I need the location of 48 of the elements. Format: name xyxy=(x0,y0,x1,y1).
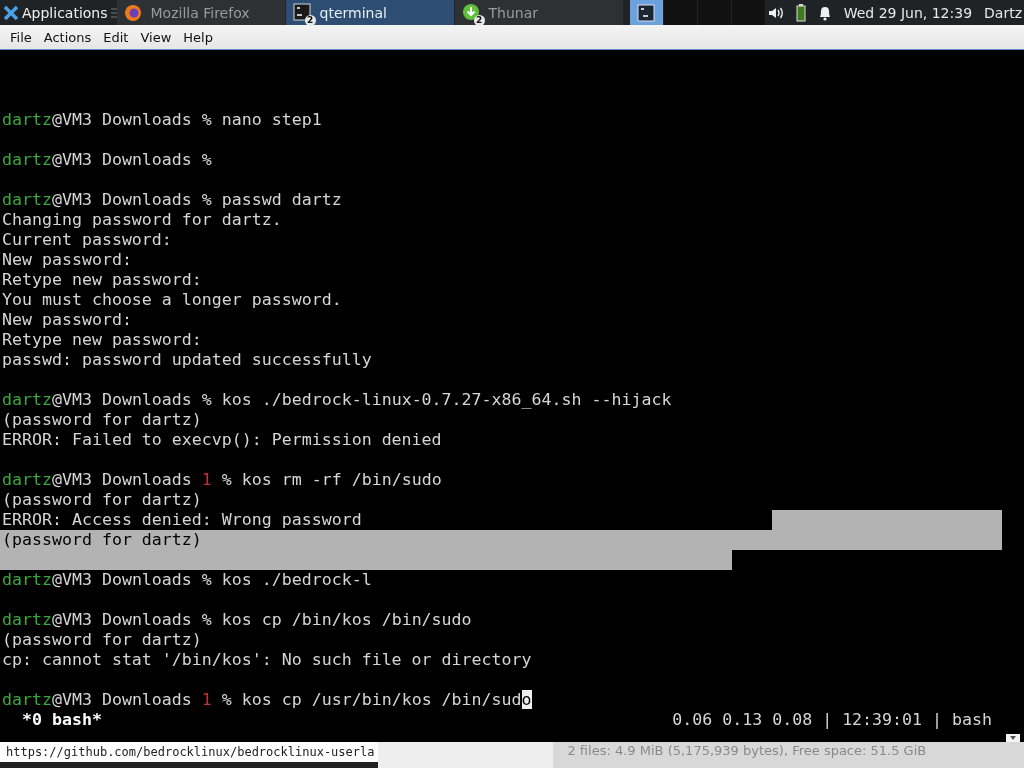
terminal-icon xyxy=(292,2,311,21)
menu-item[interactable]: Edit xyxy=(97,29,135,45)
terminal-line: dartz@VM3 Downloads % kos ./bedrock-linux-0.7.27-x86_64.sh --hijack xyxy=(2,390,672,409)
menu-item[interactable]: Help xyxy=(177,29,219,45)
terminal-line: (password for dartz) xyxy=(2,630,202,649)
window-label: *0 bash* xyxy=(21,710,102,730)
user-name[interactable]: Dartz xyxy=(984,4,1022,21)
battery-icon[interactable] xyxy=(795,3,806,22)
terminal-line: dartz@VM3 Downloads % xyxy=(2,150,213,169)
terminal-line: dartz@VM3 Downloads 1 % kos rm -rf /bin/sudo xyxy=(2,470,442,489)
terminal-line: (password for dartz) xyxy=(2,530,202,549)
terminal-line: (password for dartz) xyxy=(2,490,202,509)
terminal-line: dartz@VM3 Downloads % passwd dartz xyxy=(2,190,342,209)
menu-item[interactable]: Actions xyxy=(37,29,98,45)
terminal-line: New password: xyxy=(2,310,132,329)
handle-icon[interactable] xyxy=(110,6,117,19)
applications-menu[interactable]: Applications xyxy=(0,0,111,25)
terminal-line: New password: xyxy=(2,250,132,269)
volume-icon[interactable] xyxy=(767,5,784,20)
taskbar-button[interactable]: 2 qterminal xyxy=(285,0,454,25)
browser-icon xyxy=(122,2,143,23)
terminal-line: ERROR: Access denied: Wrong password xyxy=(2,510,362,529)
system-info: 0.06 0.13 0.08 | 12:39:01 | bash xyxy=(672,710,992,730)
terminal-line: cp: cannot stat '/bin/kos': No such file or directory xyxy=(2,650,532,669)
menu-item[interactable]: View xyxy=(134,29,178,45)
terminal-line: (password for dartz) xyxy=(2,410,202,429)
terminal-line: You must choose a longer password. xyxy=(2,290,342,309)
terminal-line: Retype new password: xyxy=(2,270,202,289)
url-text: https://github.com/bedrocklinux/bedrocklinux-userla xyxy=(0,742,379,762)
terminal-line: dartz@VM3 Downloads % kos cp /bin/kos /bin/sudo xyxy=(2,610,472,629)
terminal-line: Current password: xyxy=(2,230,172,249)
bell-icon[interactable] xyxy=(817,4,832,21)
status-bar: 2 files: 4.9 MiB (5,175,939 bytes), Free space: 51.5 GiB xyxy=(553,742,1024,768)
terminal-line: dartz@VM3 Downloads % nano step1 xyxy=(2,110,322,129)
terminal-line: Retype new password: xyxy=(2,330,202,349)
menu-item[interactable]: File xyxy=(4,29,38,45)
clock[interactable]: Wed 29 Jun, 12:39 xyxy=(843,4,973,21)
count-badge: 2 xyxy=(473,14,485,26)
x-logo-icon xyxy=(3,4,19,21)
taskbar-button[interactable]: Mozilla Firefox xyxy=(116,0,285,25)
terminal-line: dartz@VM3 Downloads % kos ./bedrock-l xyxy=(2,570,372,589)
terminal-line: ERROR: Failed to execvp(): Permission denied xyxy=(2,430,442,449)
terminal-line: dartz@VM3 Downloads 1 % kos cp /usr/bin/kos /bin/sudo xyxy=(2,690,532,709)
terminal-line: passwd: password updated successfully xyxy=(2,350,372,369)
count-badge: 2 xyxy=(304,14,316,26)
terminal-line: Changing password for dartz. xyxy=(2,210,282,229)
taskbar-button[interactable]: 2 Thunar xyxy=(454,0,623,25)
workspace-button[interactable] xyxy=(629,0,663,25)
